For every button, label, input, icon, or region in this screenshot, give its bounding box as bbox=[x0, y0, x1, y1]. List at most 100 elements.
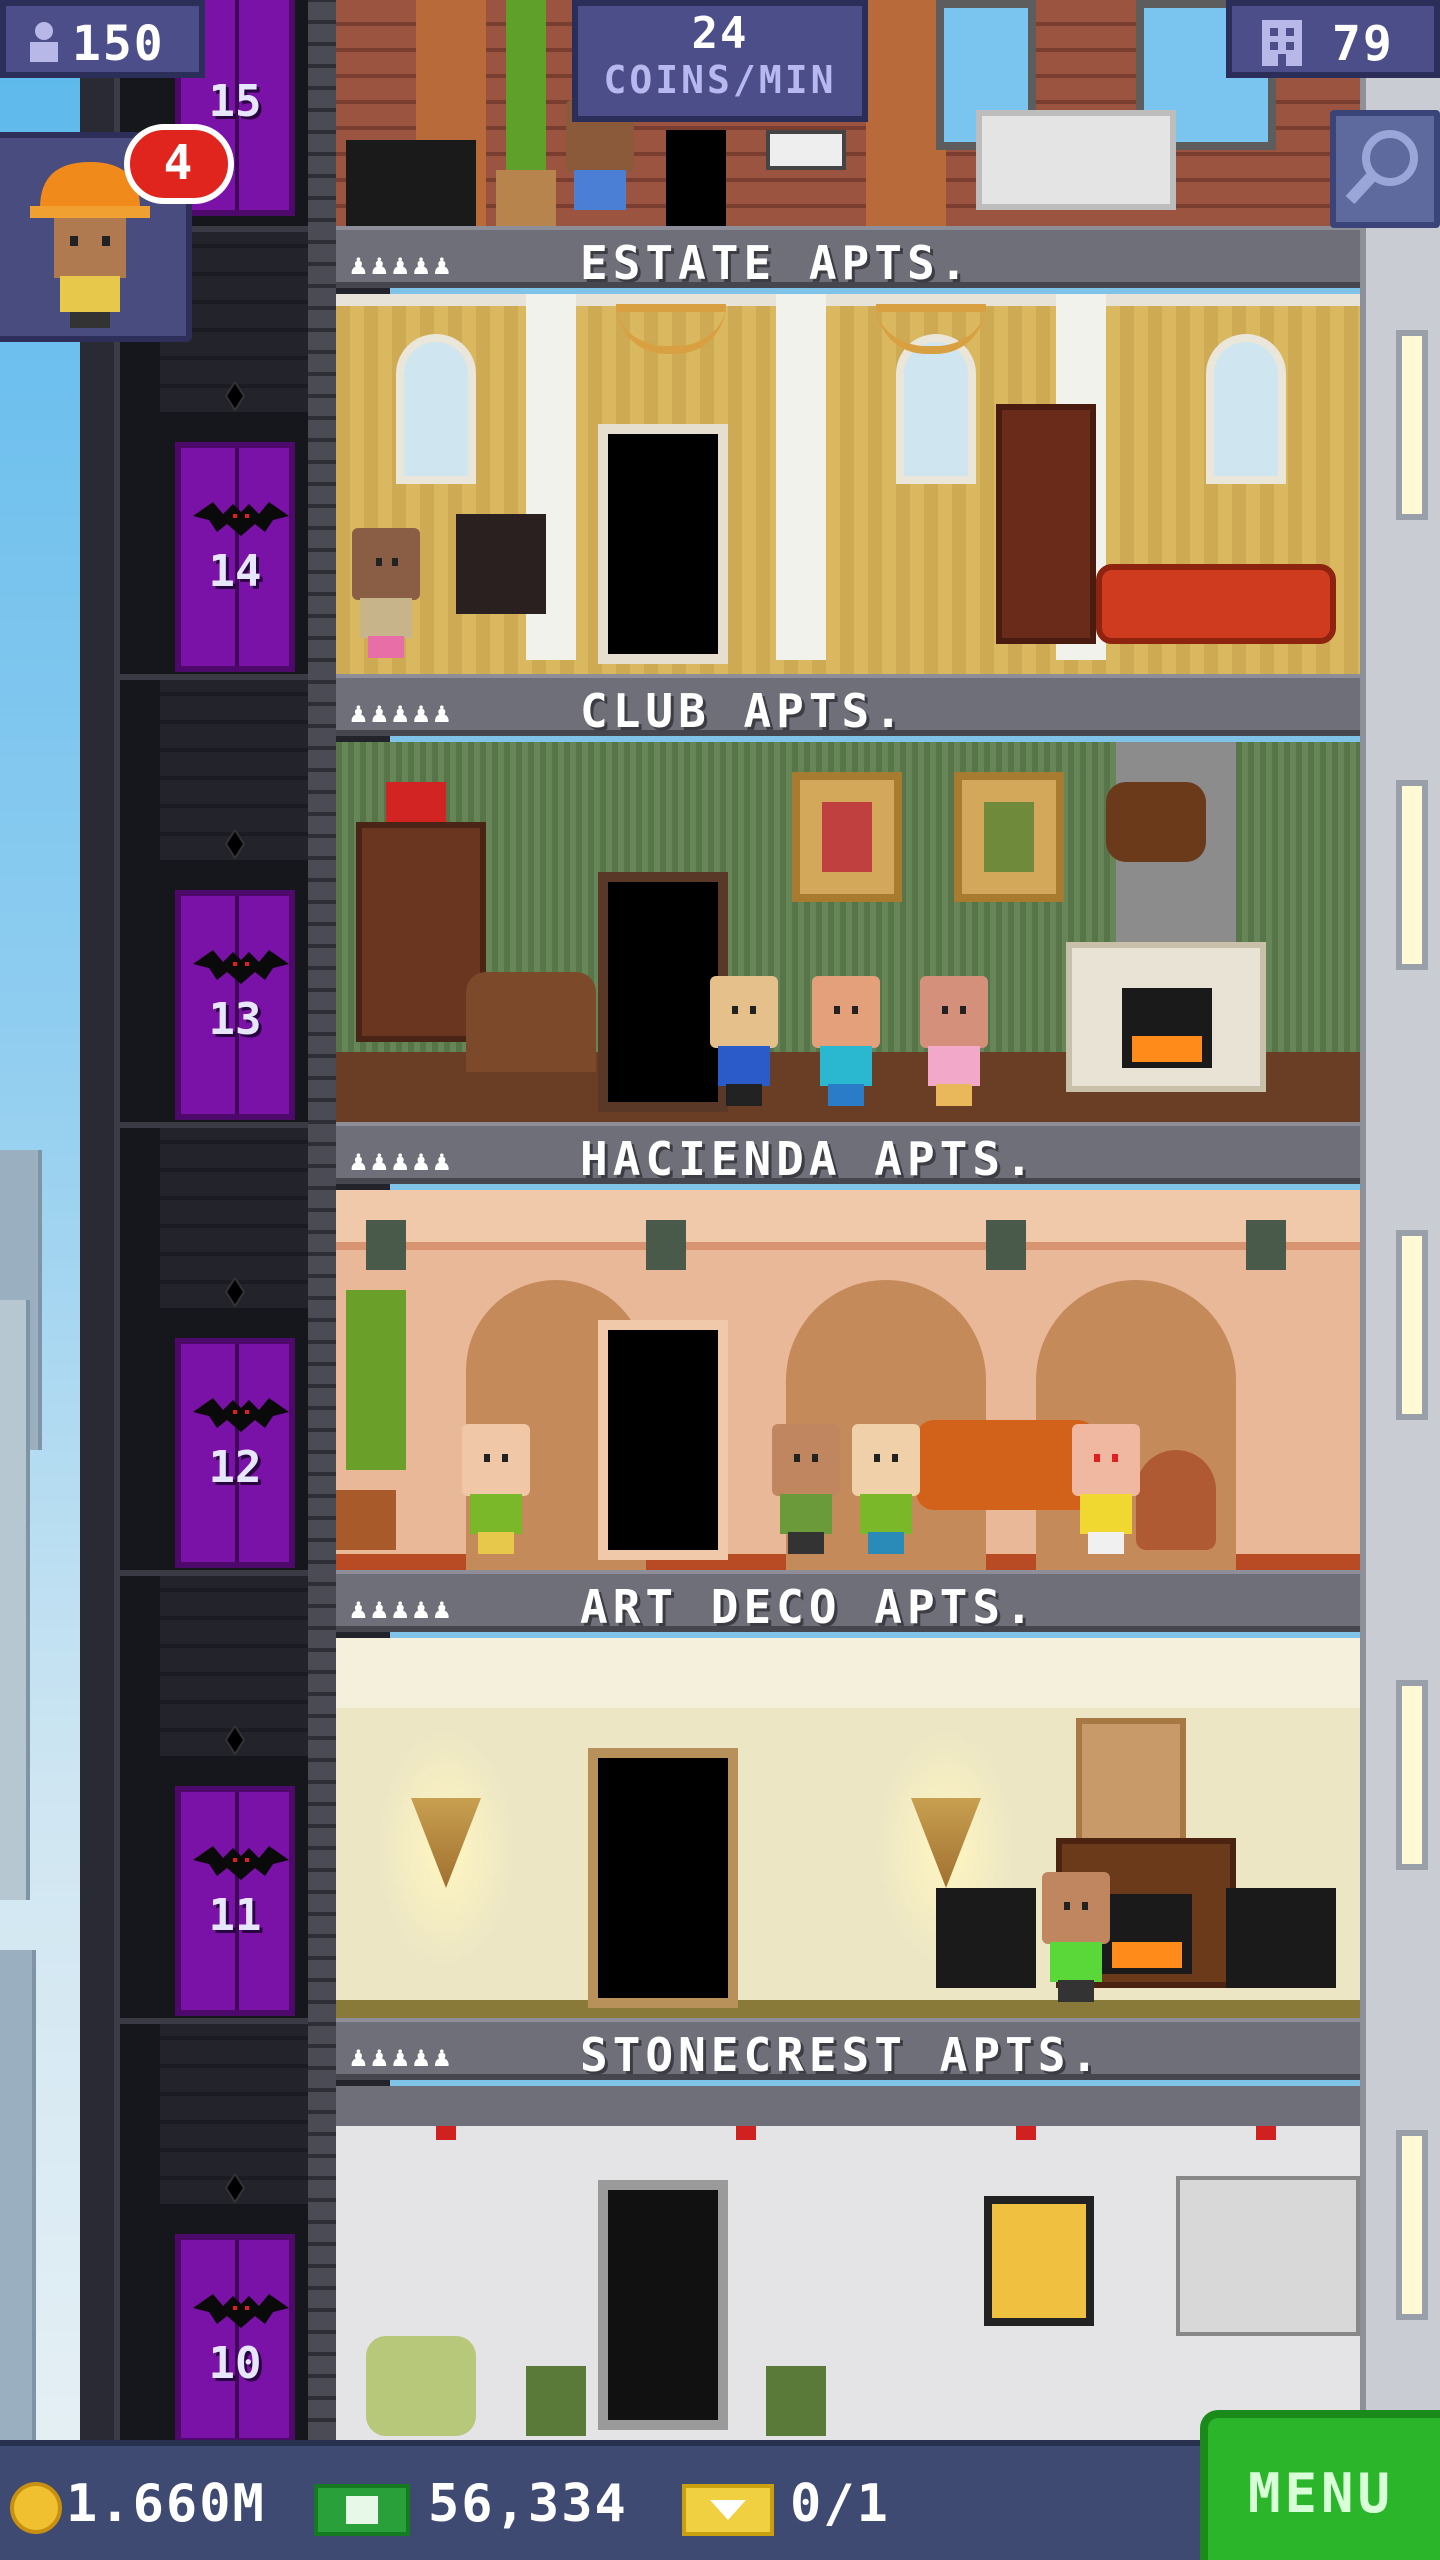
fireplace bbox=[1066, 942, 1266, 1092]
window-light bbox=[1396, 780, 1428, 970]
floor-number: 15 bbox=[208, 76, 262, 127]
apartment-door[interactable] bbox=[598, 424, 728, 664]
coins-per-min-counter[interactable]: 24 COINS/MIN bbox=[572, 0, 868, 122]
picture-frame bbox=[766, 130, 846, 170]
window bbox=[1206, 334, 1286, 484]
bat-icon bbox=[193, 1846, 289, 1880]
resident[interactable] bbox=[846, 1424, 926, 1554]
building-icon bbox=[1262, 20, 1302, 66]
floor-number: 13 bbox=[208, 994, 262, 1045]
wood-column bbox=[866, 0, 946, 230]
population-counter[interactable]: 150 bbox=[0, 0, 205, 78]
floor-14-room bbox=[336, 294, 1360, 674]
gramophone bbox=[456, 514, 546, 614]
resident[interactable] bbox=[346, 528, 426, 658]
resident[interactable] bbox=[766, 1424, 846, 1554]
apartment-door[interactable] bbox=[598, 2180, 728, 2430]
plant bbox=[496, 0, 556, 230]
elevator-door: 10 bbox=[175, 2234, 295, 2444]
plant bbox=[526, 2366, 586, 2436]
lantern bbox=[646, 1190, 686, 1280]
residents-icon: ♟♟♟♟♟ bbox=[350, 248, 455, 281]
plant bbox=[336, 1290, 416, 1550]
floor-number: 11 bbox=[208, 1890, 262, 1941]
resident[interactable] bbox=[914, 976, 994, 1106]
menu-button[interactable]: MENU bbox=[1200, 2410, 1440, 2560]
elevator-indicator-icon bbox=[220, 828, 250, 870]
city-building bbox=[0, 1300, 30, 1900]
lantern bbox=[1246, 1190, 1286, 1280]
bat-icon bbox=[193, 502, 289, 536]
sunset-painting bbox=[984, 2196, 1094, 2326]
floor-10-room bbox=[336, 2086, 1360, 2440]
ticket-icon bbox=[682, 2484, 774, 2536]
residents-icon: ♟♟♟♟♟ bbox=[350, 2040, 455, 2073]
residents-icon: ♟♟♟♟♟ bbox=[350, 1144, 455, 1177]
window-light bbox=[1396, 1230, 1428, 1420]
elevator-shaft[interactable]: 15 14 13 12 11 10 bbox=[80, 0, 390, 2444]
bat-icon bbox=[193, 2294, 289, 2328]
floor-13[interactable]: ♟♟♟♟♟ CLUB APTS. bbox=[336, 674, 1360, 1122]
window bbox=[896, 334, 976, 484]
portrait-frame bbox=[792, 772, 902, 902]
city-building bbox=[0, 1950, 36, 2450]
notification-badge: 4 bbox=[124, 124, 234, 204]
floor-12[interactable]: ♟♟♟♟♟ HACIENDA APTS. bbox=[336, 1122, 1360, 1570]
apartment-door[interactable] bbox=[588, 1748, 738, 2008]
bat-icon bbox=[193, 1398, 289, 1432]
floor-banner: ♟♟♟♟♟ HACIENDA APTS. bbox=[336, 1122, 1360, 1186]
portrait-frame bbox=[954, 772, 1064, 902]
population-value: 150 bbox=[72, 16, 165, 72]
resident[interactable] bbox=[456, 1424, 536, 1554]
floor-banner: ♟♟♟♟♟ ART DECO APTS. bbox=[336, 1570, 1360, 1634]
floor-10[interactable]: ♟♟♟♟♟ STONECREST APTS. bbox=[336, 2018, 1360, 2440]
shaft-pillar bbox=[308, 0, 336, 2440]
bux-value[interactable]: 56,334 bbox=[428, 2474, 628, 2534]
residents-icon: ♟♟♟♟♟ bbox=[350, 696, 455, 729]
apartment-door[interactable] bbox=[598, 1320, 728, 1560]
shaft-rail bbox=[80, 0, 120, 2440]
floor-number: 14 bbox=[208, 546, 262, 597]
tickets-value[interactable]: 0/1 bbox=[790, 2474, 890, 2534]
floor-number: 12 bbox=[208, 1442, 262, 1493]
resident[interactable] bbox=[806, 976, 886, 1106]
resident[interactable] bbox=[1036, 1872, 1116, 2002]
flower-painting bbox=[1076, 1718, 1186, 1848]
window bbox=[396, 334, 476, 484]
coins-per-min-value: 24 bbox=[691, 8, 749, 59]
floors-value: 79 bbox=[1332, 16, 1394, 72]
chair bbox=[1226, 1888, 1336, 1988]
floor-number: 10 bbox=[208, 2338, 262, 2389]
floor-13-room bbox=[336, 742, 1360, 1122]
elevator-indicator-icon bbox=[220, 2172, 250, 2214]
floor-11[interactable]: ♟♟♟♟♟ ART DECO APTS. bbox=[336, 1570, 1360, 2018]
elevator-indicator-icon bbox=[220, 1276, 250, 1318]
coins-value[interactable]: 1.660M bbox=[66, 2474, 266, 2534]
bux-icon bbox=[314, 2484, 410, 2536]
menu-label: MENU bbox=[1248, 2462, 1395, 2525]
resident[interactable] bbox=[1066, 1424, 1146, 1554]
column bbox=[776, 294, 826, 660]
ship-model bbox=[386, 782, 446, 822]
coin-icon bbox=[10, 2482, 62, 2534]
floor-banner: ♟♟♟♟♟ STONECREST APTS. bbox=[336, 2018, 1360, 2082]
resident[interactable] bbox=[704, 976, 784, 1106]
plant bbox=[766, 2366, 826, 2436]
bat-icon bbox=[193, 950, 289, 984]
sofa bbox=[976, 110, 1176, 210]
window-light bbox=[1396, 330, 1428, 520]
coins-per-min-label: COINS/MIN bbox=[603, 58, 837, 102]
lantern bbox=[986, 1190, 1026, 1280]
sky-background bbox=[0, 0, 80, 2560]
doorway bbox=[666, 130, 726, 230]
zoom-button[interactable] bbox=[1330, 110, 1440, 228]
chair bbox=[936, 1888, 1036, 1988]
armchair bbox=[366, 2336, 476, 2436]
floor-name: CLUB APTS. bbox=[580, 684, 907, 738]
floor-name: ESTATE APTS. bbox=[580, 236, 973, 290]
bookshelf bbox=[996, 404, 1096, 644]
lantern bbox=[366, 1190, 406, 1280]
floor-14[interactable]: ♟♟♟♟♟ ESTATE APTS. bbox=[336, 226, 1360, 674]
floors-counter[interactable]: 79 bbox=[1226, 0, 1440, 78]
residents-icon: ♟♟♟♟♟ bbox=[350, 1592, 455, 1625]
